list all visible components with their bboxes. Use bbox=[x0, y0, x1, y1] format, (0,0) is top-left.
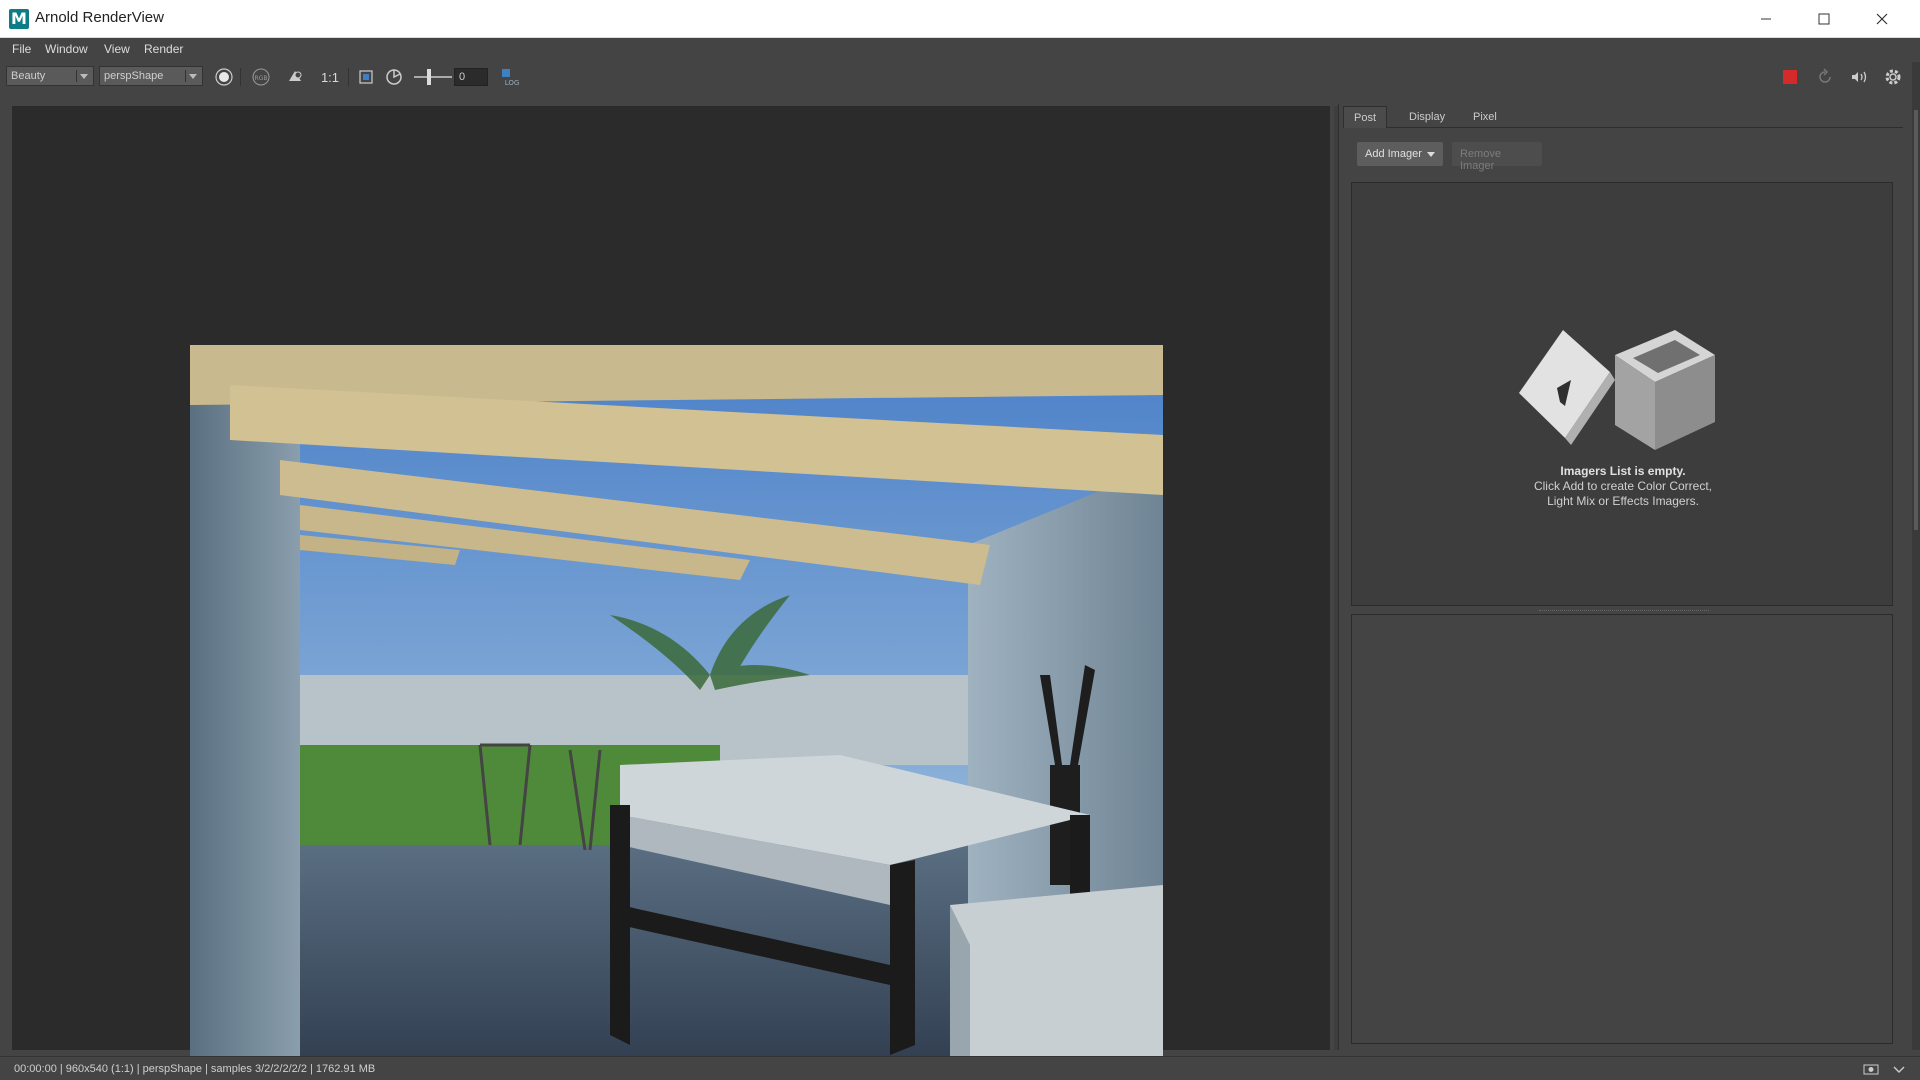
svg-text:RGB: RGB bbox=[255, 75, 268, 82]
region-render-button[interactable] bbox=[355, 67, 377, 87]
camera-dropdown-value: perspShape bbox=[104, 70, 164, 82]
chevron-down-icon bbox=[185, 70, 199, 82]
rendered-patio-scene bbox=[190, 345, 1163, 1076]
snapshot-icon bbox=[289, 71, 302, 81]
refresh-render-icon bbox=[1819, 68, 1831, 83]
camera-dropdown[interactable]: perspShape bbox=[99, 66, 203, 86]
menu-view[interactable]: View bbox=[104, 42, 130, 56]
tab-pixel[interactable]: Pixel bbox=[1463, 106, 1507, 128]
log-view-icon: LOG bbox=[502, 69, 520, 87]
tab-display[interactable]: Display bbox=[1399, 106, 1455, 128]
close-button[interactable] bbox=[1854, 0, 1910, 38]
display-mode-icon bbox=[215, 68, 233, 86]
close-icon bbox=[1876, 13, 1888, 25]
chevron-down-icon bbox=[76, 70, 90, 82]
rgb-channels-icon: RGB bbox=[252, 68, 270, 86]
menu-bar: File Window View Render bbox=[0, 38, 1920, 62]
window-title: Arnold RenderView bbox=[35, 9, 164, 26]
menu-file[interactable]: File bbox=[12, 42, 31, 56]
title-bar: M Arnold RenderView bbox=[0, 0, 1920, 38]
exposure-icon bbox=[386, 69, 402, 85]
exposure-button[interactable] bbox=[383, 67, 405, 87]
chevron-down-icon[interactable] bbox=[1890, 1062, 1908, 1076]
empty-list-hint-line2: Light Mix or Effects Imagers. bbox=[1547, 494, 1699, 508]
post-panel: Post Display Pixel Add Imager Remove Ima… bbox=[1338, 104, 1908, 1050]
stop-render-icon bbox=[1783, 70, 1797, 84]
empty-list-hint-line1: Click Add to create Color Correct, bbox=[1533, 479, 1713, 493]
settings-button[interactable] bbox=[1882, 67, 1904, 87]
refresh-render-button[interactable] bbox=[1814, 67, 1836, 87]
empty-list-title: Imagers List is empty. bbox=[1560, 464, 1686, 478]
zoom-1to1-button[interactable]: 1:1 bbox=[319, 67, 341, 87]
imagers-list: Imagers List is empty. Click Add to crea… bbox=[1351, 182, 1893, 606]
maya-logo-icon: M bbox=[9, 9, 29, 29]
add-imager-button[interactable]: Add Imager bbox=[1357, 142, 1443, 166]
panel-tabs: Post Display Pixel bbox=[1343, 106, 1903, 128]
exposure-slider-track[interactable] bbox=[414, 76, 452, 78]
tab-post[interactable]: Post bbox=[1343, 106, 1388, 128]
ipr-button[interactable] bbox=[1848, 67, 1870, 87]
empty-box-icon bbox=[1519, 330, 1715, 450]
menu-render[interactable]: Render bbox=[144, 42, 183, 56]
aov-dropdown[interactable]: Beauty bbox=[6, 66, 94, 86]
region-render-icon bbox=[359, 70, 373, 84]
render-image bbox=[190, 345, 1163, 1076]
imager-properties bbox=[1351, 614, 1893, 1044]
exposure-slider-handle[interactable] bbox=[427, 69, 431, 85]
snapshot-icon[interactable] bbox=[1862, 1062, 1880, 1076]
toolbar: Beauty perspShape RGB 1:1 LOG bbox=[0, 62, 1920, 92]
display-mode-button[interactable] bbox=[213, 67, 235, 87]
snapshot-button[interactable] bbox=[284, 67, 306, 87]
ipr-icon bbox=[1852, 71, 1867, 83]
menu-window[interactable]: Window bbox=[45, 42, 88, 56]
log-view-button[interactable]: LOG bbox=[500, 67, 522, 87]
zoom-label: 1:1 bbox=[320, 69, 340, 85]
scrollbar[interactable] bbox=[1914, 110, 1918, 530]
panel-splitter-handle[interactable] bbox=[1539, 610, 1709, 612]
status-bar: 00:00:00 | 960x540 (1:1) | perspShape | … bbox=[0, 1056, 1920, 1080]
maximize-icon bbox=[1818, 13, 1830, 25]
maximize-button[interactable] bbox=[1796, 0, 1852, 38]
aov-dropdown-value: Beauty bbox=[11, 70, 46, 82]
render-viewport[interactable] bbox=[12, 106, 1330, 1076]
remove-imager-button[interactable]: Remove Imager bbox=[1452, 142, 1542, 172]
minimize-button[interactable] bbox=[1738, 0, 1794, 38]
log-label: LOG bbox=[505, 79, 520, 87]
minimize-icon bbox=[1761, 18, 1771, 20]
stop-render-button[interactable] bbox=[1779, 67, 1801, 87]
settings-icon bbox=[1885, 69, 1901, 85]
render-status-text: 00:00:00 | 960x540 (1:1) | perspShape | … bbox=[14, 1063, 376, 1075]
rgb-channels-button[interactable]: RGB bbox=[250, 67, 272, 87]
exposure-input[interactable]: 0 bbox=[454, 68, 488, 86]
